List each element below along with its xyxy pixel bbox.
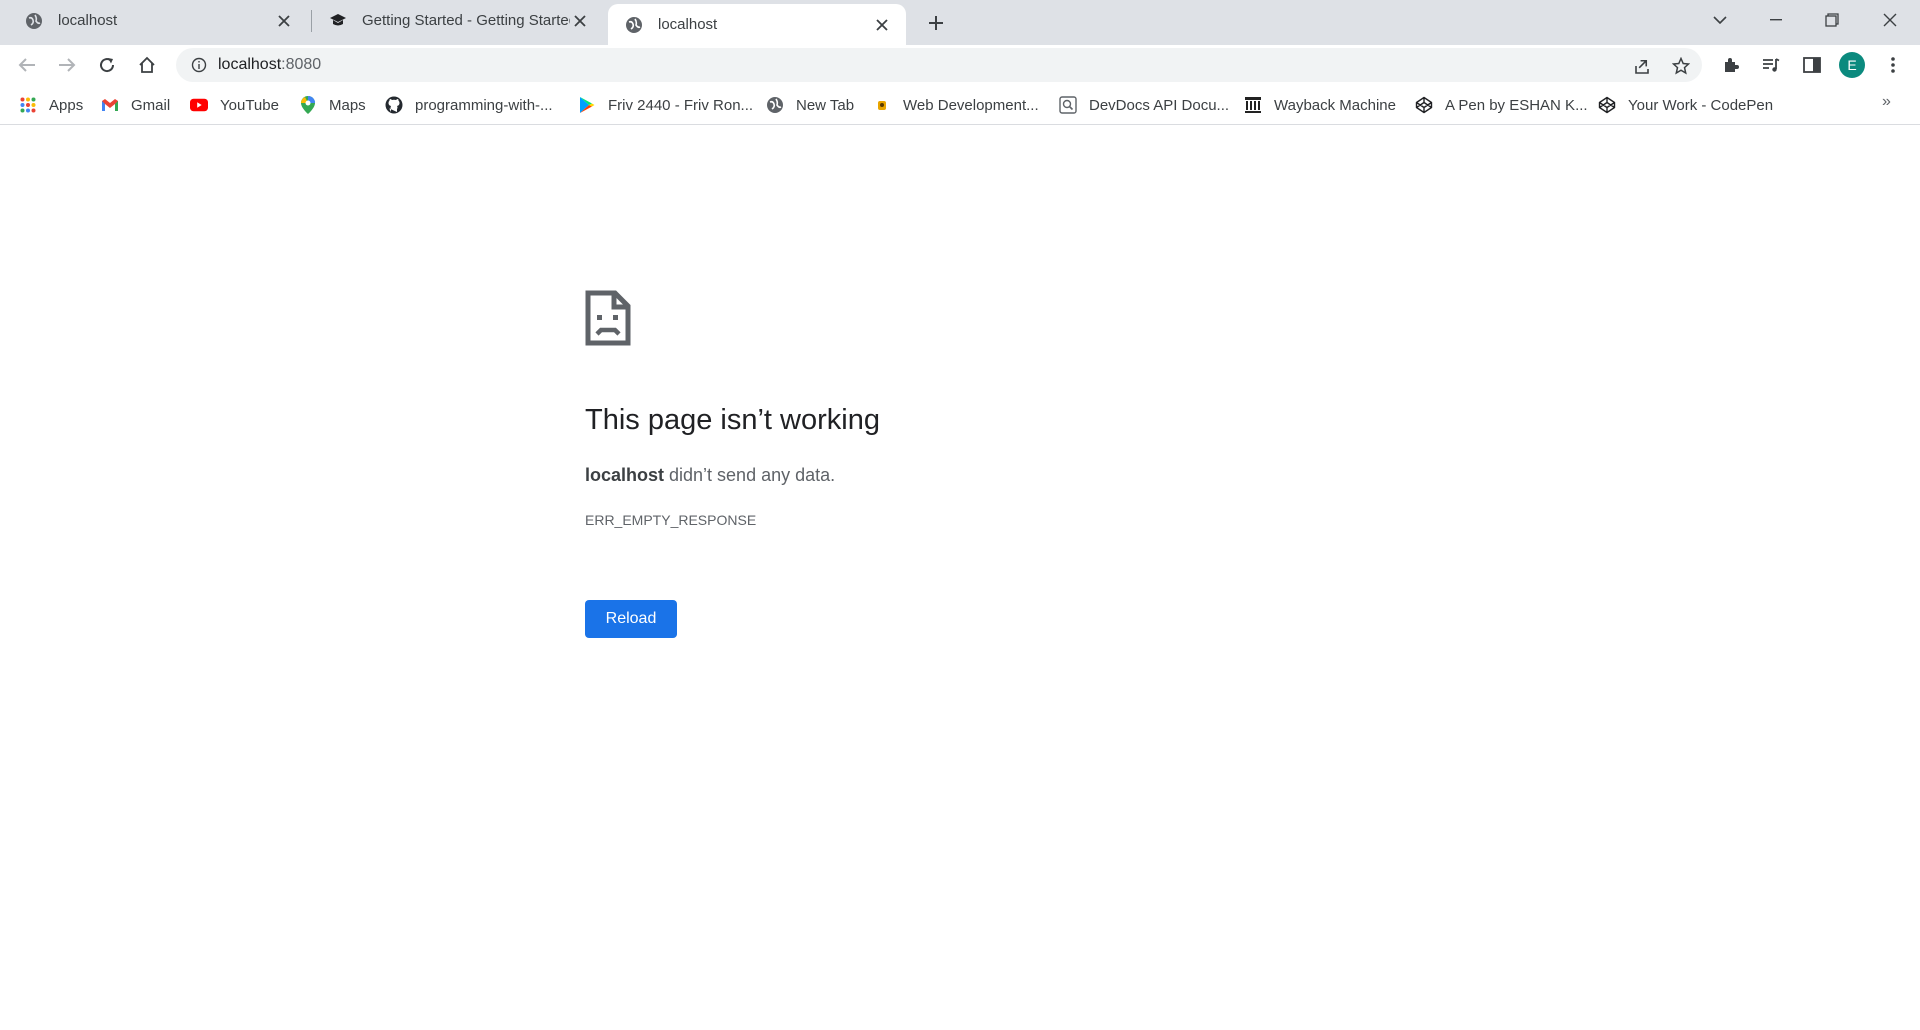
url-text: localhost:8080: [218, 56, 321, 74]
play-store-icon: [578, 96, 596, 114]
error-heading: This page isn’t working: [585, 404, 880, 436]
error-message: didn’t send any data.: [664, 465, 836, 485]
tab-search-chevron-icon[interactable]: [1692, 0, 1748, 40]
globe-icon: [766, 96, 784, 114]
maps-pin-icon: [299, 96, 317, 114]
info-icon[interactable]: [189, 55, 209, 75]
profile-avatar[interactable]: E: [1839, 52, 1865, 78]
gmail-icon: [101, 96, 119, 114]
share-icon[interactable]: [1631, 55, 1653, 77]
bookmark-label: Friv 2440 - Friv Ron...: [608, 96, 754, 114]
tab-strip: localhost Getting Started - Getting Star…: [0, 0, 1920, 45]
bookmark-label: Gmail: [131, 96, 171, 114]
bookmark-wayback[interactable]: Wayback Machine: [1244, 94, 1396, 116]
bookmark-label: Maps: [329, 96, 366, 114]
apps-grid-icon: [19, 96, 37, 114]
bookmark-star-icon[interactable]: [1670, 55, 1692, 77]
more-menu-icon[interactable]: [1880, 52, 1906, 78]
wayback-icon: [1244, 96, 1262, 114]
bookmark-favicon-icon: [873, 96, 891, 114]
close-icon[interactable]: [872, 15, 892, 35]
close-icon[interactable]: [570, 11, 590, 31]
tab-getting-started[interactable]: Getting Started - Getting Started: [304, 0, 604, 41]
bookmark-label: YouTube: [220, 96, 279, 114]
side-panel-icon[interactable]: [1799, 52, 1825, 78]
devdocs-icon: [1059, 96, 1077, 114]
bookmark-label: programming-with-...: [415, 96, 553, 114]
youtube-icon: [190, 96, 208, 114]
bookmark-programming[interactable]: programming-with-...: [385, 94, 553, 116]
close-icon[interactable]: [274, 11, 294, 31]
bookmark-label: A Pen by ESHAN K...: [1445, 96, 1588, 114]
bookmark-devdocs[interactable]: DevDocs API Docu...: [1059, 94, 1229, 116]
bookmark-label: Web Development...: [903, 96, 1039, 114]
codepen-icon: [1415, 96, 1433, 114]
error-code: ERR_EMPTY_RESPONSE: [585, 512, 757, 528]
globe-icon: [24, 11, 44, 31]
tab-title: localhost: [658, 16, 718, 33]
close-window-icon[interactable]: [1862, 0, 1918, 40]
error-host: localhost: [585, 465, 665, 485]
tab-title: Getting Started - Getting Started: [362, 12, 570, 29]
tab-title: localhost: [58, 12, 118, 29]
extensions-icon[interactable]: [1718, 52, 1744, 78]
error-description: localhost didn’t send any data.: [585, 465, 835, 486]
reload-icon[interactable]: [92, 50, 122, 80]
tab-localhost-1[interactable]: localhost: [0, 0, 308, 41]
bookmark-friv[interactable]: Friv 2440 - Friv Ron...: [578, 94, 753, 116]
bookmarks-overflow-chevron-icon[interactable]: »: [1882, 93, 1891, 111]
bookmark-label: Apps: [49, 96, 84, 114]
graduation-cap-icon: [328, 11, 348, 31]
bookmark-codepen-work[interactable]: Your Work - CodePen: [1598, 94, 1773, 116]
reload-button[interactable]: Reload: [585, 600, 677, 638]
bookmark-web-development[interactable]: Web Development...: [873, 94, 1039, 116]
bookmark-a-pen[interactable]: A Pen by ESHAN K...: [1415, 94, 1588, 116]
bookmarks-bar: Apps Gmail YouTube Maps programming-with…: [0, 85, 1920, 125]
github-icon: [385, 96, 403, 114]
restore-icon[interactable]: [1804, 0, 1860, 40]
minimize-icon[interactable]: [1748, 0, 1804, 40]
url-port: :8080: [281, 56, 322, 73]
home-icon[interactable]: [132, 50, 162, 80]
globe-icon: [624, 15, 644, 35]
back-icon[interactable]: [12, 50, 42, 80]
bookmark-label: DevDocs API Docu...: [1089, 96, 1230, 114]
forward-icon[interactable]: [52, 50, 82, 80]
address-bar[interactable]: localhost:8080: [176, 48, 1702, 82]
bookmark-youtube[interactable]: YouTube: [190, 94, 279, 116]
url-host: localhost: [218, 56, 282, 73]
bookmark-label: New Tab: [796, 96, 855, 114]
browser-toolbar: localhost:8080 E: [0, 45, 1920, 85]
new-tab-button[interactable]: [922, 9, 950, 37]
bookmark-gmail[interactable]: Gmail: [101, 94, 170, 116]
bookmark-maps[interactable]: Maps: [299, 94, 366, 116]
sad-page-icon: [585, 290, 631, 346]
bookmark-label: Your Work - CodePen: [1628, 96, 1774, 114]
bookmark-label: Wayback Machine: [1274, 96, 1396, 114]
media-playlist-icon[interactable]: [1758, 52, 1784, 78]
codepen-icon: [1598, 96, 1616, 114]
tab-localhost-active[interactable]: localhost: [608, 4, 906, 45]
bookmark-apps[interactable]: Apps: [19, 94, 83, 116]
bookmark-new-tab[interactable]: New Tab: [766, 94, 854, 116]
